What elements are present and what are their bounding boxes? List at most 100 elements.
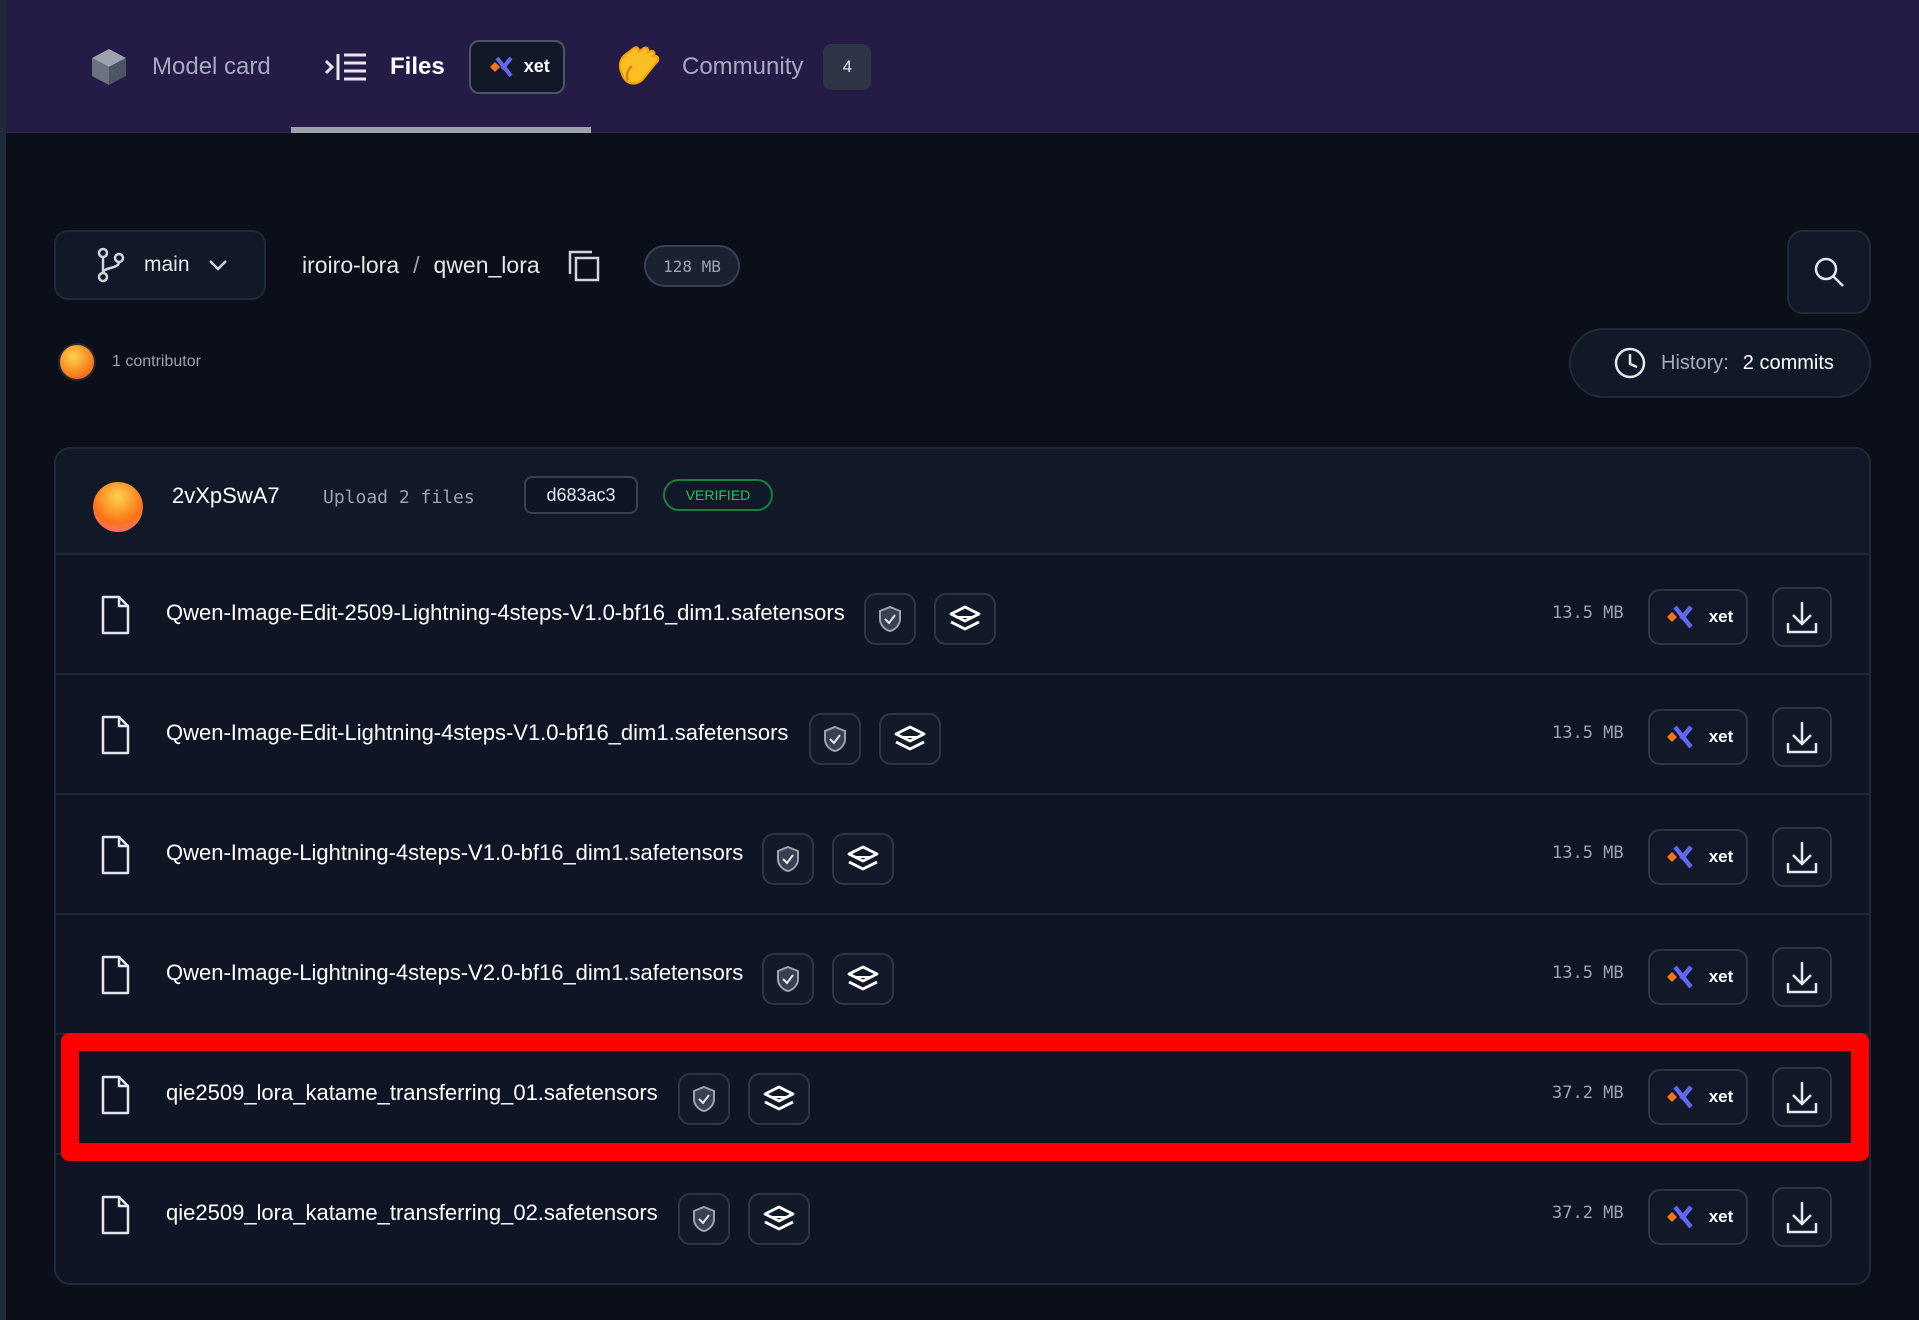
layers-icon bbox=[847, 965, 879, 991]
download-icon bbox=[1786, 602, 1818, 634]
lfs-pointer-button[interactable] bbox=[879, 713, 941, 765]
file-row[interactable]: Qwen-Image-Edit-Lightning-4steps-V1.0-bf… bbox=[56, 675, 1869, 795]
download-icon bbox=[1786, 1202, 1818, 1234]
file-icon bbox=[101, 1195, 130, 1235]
avatar bbox=[58, 343, 96, 381]
shield-check-icon bbox=[879, 605, 901, 633]
tab-model-card[interactable]: Model card bbox=[90, 0, 271, 133]
file-name-link[interactable]: Qwen-Image-Edit-Lightning-4steps-V1.0-bf… bbox=[166, 720, 788, 746]
security-scan-button[interactable] bbox=[809, 713, 861, 765]
file-icon bbox=[101, 715, 130, 755]
download-button[interactable] bbox=[1772, 1067, 1832, 1127]
lfs-pointer-button[interactable] bbox=[748, 1073, 810, 1125]
lfs-pointer-button[interactable] bbox=[748, 1193, 810, 1245]
security-scan-button[interactable] bbox=[762, 953, 814, 1005]
copy-path-button[interactable] bbox=[566, 248, 602, 284]
repo-owner-link[interactable]: iroiro-lora bbox=[302, 252, 399, 279]
commit-message[interactable]: Upload 2 files bbox=[323, 487, 475, 508]
file-row[interactable]: qie2509_lora_katame_transferring_01.safe… bbox=[56, 1035, 1869, 1155]
xet-label: xet bbox=[1708, 1207, 1734, 1226]
tab-files[interactable]: Files xet bbox=[324, 0, 565, 133]
download-button[interactable] bbox=[1772, 947, 1832, 1007]
branch-name: main bbox=[144, 253, 190, 276]
file-name-link[interactable]: Qwen-Image-Lightning-4steps-V1.0-bf16_di… bbox=[166, 840, 743, 866]
git-branch-icon bbox=[97, 247, 125, 283]
xet-icon bbox=[1666, 1205, 1693, 1229]
commit-author[interactable]: 2vXpSwA7 bbox=[172, 483, 280, 509]
branch-selector[interactable]: main bbox=[54, 230, 266, 300]
breadcrumb-separator: / bbox=[413, 251, 420, 278]
tab-community[interactable]: Community 4 bbox=[614, 0, 872, 133]
xet-label: xet bbox=[1708, 607, 1734, 626]
history-label: History: bbox=[1661, 351, 1729, 374]
xet-icon bbox=[489, 56, 513, 77]
xet-storage-button[interactable]: xet bbox=[1648, 709, 1748, 765]
repo-size-badge: 128 MB bbox=[644, 245, 740, 287]
repo-breadcrumb: iroiro-lora / qwen_lora bbox=[302, 247, 540, 283]
download-button[interactable] bbox=[1772, 1187, 1832, 1247]
xet-storage-button[interactable]: xet bbox=[1648, 1069, 1748, 1125]
shield-check-icon bbox=[693, 1205, 715, 1233]
security-scan-button[interactable] bbox=[864, 593, 916, 645]
file-icon bbox=[101, 595, 130, 635]
shield-check-icon bbox=[824, 725, 846, 753]
file-row[interactable]: Qwen-Image-Lightning-4steps-V2.0-bf16_di… bbox=[56, 915, 1869, 1035]
copy-icon bbox=[568, 250, 600, 282]
xet-icon bbox=[1666, 725, 1693, 749]
file-size: 13.5 MB bbox=[1552, 963, 1624, 983]
file-icon bbox=[101, 955, 130, 995]
security-scan-button[interactable] bbox=[678, 1193, 730, 1245]
file-name-link[interactable]: qie2509_lora_katame_transferring_01.safe… bbox=[166, 1080, 658, 1106]
xet-icon bbox=[1666, 845, 1693, 869]
repo-name-link[interactable]: qwen_lora bbox=[434, 252, 540, 279]
file-row[interactable]: Qwen-Image-Lightning-4steps-V1.0-bf16_di… bbox=[56, 795, 1869, 915]
download-button[interactable] bbox=[1772, 827, 1832, 887]
xet-icon bbox=[1666, 965, 1693, 989]
commit-sha[interactable]: d683ac3 bbox=[524, 476, 638, 514]
window-edge bbox=[0, 0, 6, 1320]
download-icon bbox=[1786, 722, 1818, 754]
lfs-pointer-button[interactable] bbox=[832, 833, 894, 885]
repo-tab-bar: Model card Files xet Community 4 bbox=[6, 0, 1919, 133]
shield-check-icon bbox=[777, 845, 799, 873]
security-scan-button[interactable] bbox=[678, 1073, 730, 1125]
xet-icon bbox=[1666, 1085, 1693, 1109]
file-name-link[interactable]: Qwen-Image-Edit-2509-Lightning-4steps-V1… bbox=[166, 600, 845, 626]
layers-icon bbox=[847, 845, 879, 871]
xet-label: xet bbox=[1708, 967, 1734, 986]
xet-storage-button[interactable]: xet bbox=[1648, 829, 1748, 885]
download-button[interactable] bbox=[1772, 707, 1832, 767]
xet-label: xet bbox=[1708, 727, 1734, 746]
file-icon bbox=[101, 1075, 130, 1115]
tab-label: Community bbox=[682, 52, 804, 80]
shield-check-icon bbox=[777, 965, 799, 993]
last-commit-row: 2vXpSwA7 Upload 2 files d683ac3 VERIFIED bbox=[56, 449, 1869, 555]
verified-badge: VERIFIED bbox=[663, 479, 773, 511]
xet-storage-button[interactable]: xet bbox=[1648, 1189, 1748, 1245]
clapping-hands-icon bbox=[618, 45, 660, 84]
download-icon bbox=[1786, 962, 1818, 994]
file-list: 2vXpSwA7 Upload 2 files d683ac3 VERIFIED… bbox=[54, 447, 1871, 1285]
lfs-pointer-button[interactable] bbox=[934, 593, 996, 645]
file-row[interactable]: Qwen-Image-Edit-2509-Lightning-4steps-V1… bbox=[56, 555, 1869, 675]
contributors[interactable]: 1 contributor bbox=[58, 343, 201, 381]
xet-storage-button[interactable]: xet bbox=[1648, 949, 1748, 1005]
layers-icon bbox=[763, 1205, 795, 1231]
history-button[interactable]: History: 2 commits bbox=[1569, 328, 1871, 398]
layers-icon bbox=[894, 725, 926, 751]
file-size: 13.5 MB bbox=[1552, 603, 1624, 623]
security-scan-button[interactable] bbox=[762, 833, 814, 885]
clock-icon bbox=[1614, 347, 1646, 379]
xet-storage-button[interactable]: xet bbox=[1648, 589, 1748, 645]
file-name-link[interactable]: Qwen-Image-Lightning-4steps-V2.0-bf16_di… bbox=[166, 960, 743, 986]
search-files-button[interactable] bbox=[1787, 230, 1871, 314]
avatar[interactable] bbox=[93, 482, 143, 532]
file-row[interactable]: qie2509_lora_katame_transferring_02.safe… bbox=[56, 1155, 1869, 1275]
xet-badge[interactable]: xet bbox=[468, 39, 565, 94]
download-button[interactable] bbox=[1772, 587, 1832, 647]
chevron-down-icon bbox=[208, 260, 227, 271]
lfs-pointer-button[interactable] bbox=[832, 953, 894, 1005]
cube-icon bbox=[92, 48, 126, 85]
file-icon bbox=[101, 835, 130, 875]
file-name-link[interactable]: qie2509_lora_katame_transferring_02.safe… bbox=[166, 1200, 658, 1226]
